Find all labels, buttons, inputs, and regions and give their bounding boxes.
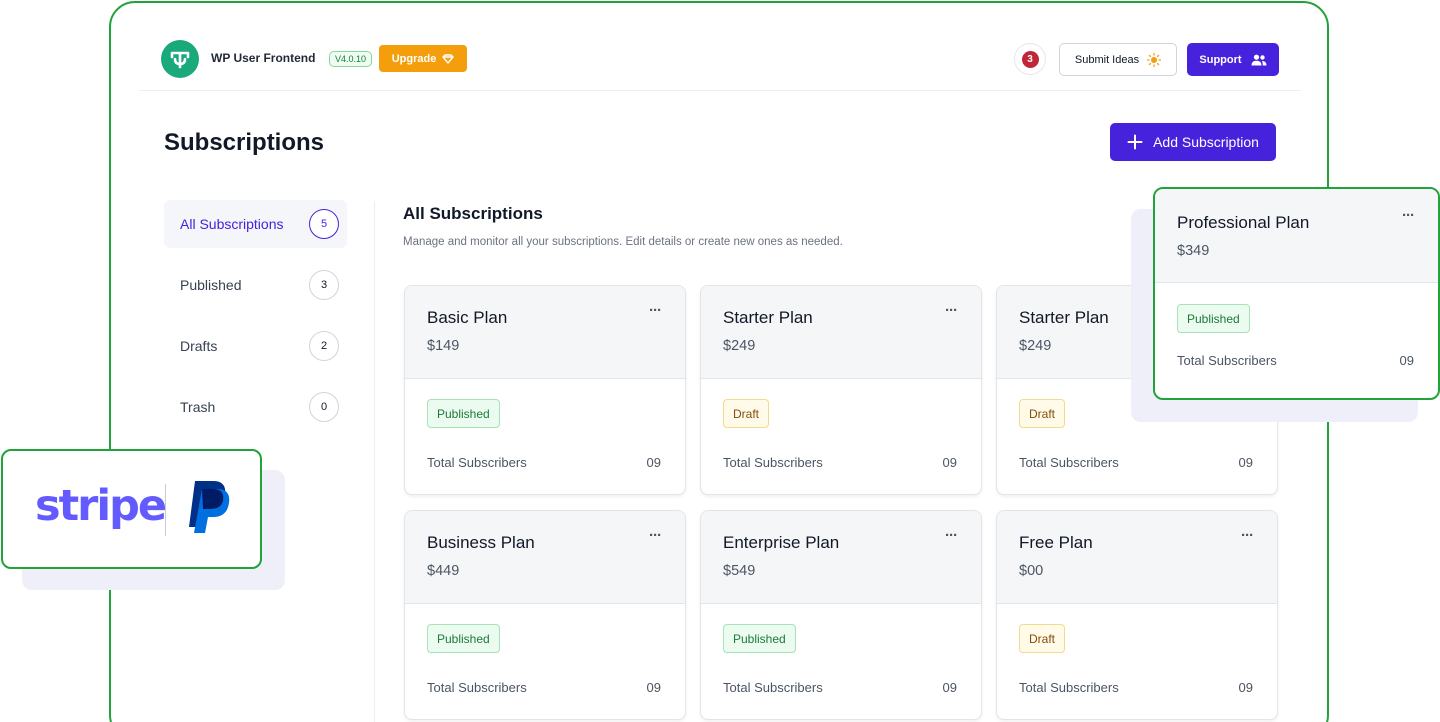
header-divider [139, 90, 1301, 91]
subscribers-count: 09 [646, 680, 661, 695]
more-options-icon[interactable]: ··· [649, 302, 662, 319]
plan-card-body: Draft Total Subscribers 09 [701, 379, 981, 494]
plan-price: $149 [427, 338, 460, 354]
plan-price: $549 [723, 563, 756, 579]
subscribers-count: 09 [1399, 353, 1414, 368]
plan-card-body: Draft Total Subscribers 09 [997, 604, 1277, 719]
subscribers-label: Total Subscribers [427, 680, 527, 695]
subscribers-count: 09 [942, 455, 957, 470]
app-name: WP User Frontend [211, 51, 316, 65]
version-badge: V4.0.10 [329, 51, 373, 67]
upgrade-button[interactable]: Upgrade [379, 45, 467, 72]
app-logo-icon[interactable] [161, 40, 199, 78]
featured-plan-card[interactable]: Professional Plan $349 ··· Published Tot… [1153, 187, 1440, 400]
plan-card-header: Business Plan $449 ··· [405, 511, 685, 604]
plan-name: Business Plan [427, 533, 535, 552]
plan-name: Free Plan [1019, 533, 1093, 552]
plan-card-starter[interactable]: Starter Plan $249 ··· Draft Total Subscr… [700, 285, 982, 495]
plan-name: Basic Plan [427, 308, 508, 327]
plan-card-body: Published Total Subscribers 09 [701, 604, 981, 719]
more-options-icon[interactable]: ··· [649, 527, 662, 544]
status-badge: Draft [1019, 399, 1066, 428]
filter-trash[interactable]: Trash 0 [164, 383, 347, 431]
add-subscription-label: Add Subscription [1153, 134, 1259, 150]
support-label: Support [1199, 53, 1242, 66]
notification-count: 3 [1021, 50, 1039, 68]
add-subscription-button[interactable]: Add Subscription [1110, 123, 1276, 161]
status-badge: Published [723, 624, 796, 653]
wpuf-logo-icon [170, 51, 190, 69]
filter-label: All Subscriptions [180, 216, 284, 232]
subscribers-count: 09 [1238, 680, 1253, 695]
plan-card-header: Professional Plan $349 ··· [1155, 189, 1438, 283]
more-options-icon[interactable]: ··· [1241, 527, 1254, 544]
users-icon [1251, 54, 1267, 65]
subscribers-label: Total Subscribers [427, 455, 527, 470]
filter-count: 2 [309, 331, 339, 361]
diamond-icon [442, 53, 455, 64]
more-options-icon[interactable]: ··· [945, 302, 958, 319]
submit-ideas-button[interactable]: Submit Ideas [1059, 43, 1177, 76]
filter-count: 0 [309, 392, 339, 422]
filter-label: Published [180, 277, 242, 293]
plan-card-header: Basic Plan $149 ··· [405, 286, 685, 379]
sidebar-divider [374, 201, 375, 722]
plan-price: $00 [1019, 563, 1044, 579]
support-button[interactable]: Support [1187, 43, 1279, 76]
plan-price: $349 [1177, 243, 1210, 259]
notification-button[interactable]: 3 [1014, 43, 1046, 75]
filter-all-subscriptions[interactable]: All Subscriptions 5 [164, 200, 347, 248]
status-badge: Draft [1019, 624, 1066, 653]
subscribers-label: Total Subscribers [1177, 353, 1277, 368]
page-title: Subscriptions [164, 129, 325, 156]
subscribers-label: Total Subscribers [723, 680, 823, 695]
subscribers-count: 09 [942, 680, 957, 695]
plan-card-body: Published Total Subscribers 09 [1155, 283, 1438, 398]
plan-card-header: Free Plan $00 ··· [997, 511, 1277, 604]
plan-card-basic[interactable]: Basic Plan $149 ··· Published Total Subs… [404, 285, 686, 495]
upgrade-label: Upgrade [391, 52, 437, 65]
filter-drafts[interactable]: Drafts 2 [164, 322, 347, 370]
subscribers-label: Total Subscribers [1019, 680, 1119, 695]
filter-label: Drafts [180, 338, 218, 354]
plan-price: $249 [1019, 338, 1052, 354]
status-badge: Published [1177, 304, 1250, 333]
plan-price: $249 [723, 338, 756, 354]
filter-label: Trash [180, 399, 216, 415]
more-options-icon[interactable]: ··· [945, 527, 958, 544]
status-badge: Published [427, 399, 500, 428]
filter-count: 5 [309, 209, 339, 239]
filter-count: 3 [309, 270, 339, 300]
payment-divider [165, 484, 166, 536]
plan-name: Professional Plan [1177, 213, 1310, 232]
section-title: All Subscriptions [403, 204, 543, 223]
plan-card-enterprise[interactable]: Enterprise Plan $549 ··· Published Total… [700, 510, 982, 720]
more-options-icon[interactable]: ··· [1402, 207, 1415, 224]
plan-card-free[interactable]: Free Plan $00 ··· Draft Total Subscriber… [996, 510, 1278, 720]
plan-name: Enterprise Plan [723, 533, 840, 552]
plan-name: Starter Plan [723, 308, 813, 327]
stripe-logo: stripe [35, 481, 167, 531]
payment-methods-card: stripe [1, 449, 262, 569]
plan-price: $449 [427, 563, 460, 579]
plan-card-body: Published Total Subscribers 09 [405, 379, 685, 494]
submit-ideas-label: Submit Ideas [1074, 53, 1140, 66]
subscribers-count: 09 [646, 455, 661, 470]
plan-name: Starter Plan [1019, 308, 1109, 327]
status-badge: Draft [723, 399, 770, 428]
subscribers-label: Total Subscribers [1019, 455, 1119, 470]
status-badge: Published [427, 624, 500, 653]
plus-icon [1127, 134, 1143, 150]
plan-card-business[interactable]: Business Plan $449 ··· Published Total S… [404, 510, 686, 720]
paypal-icon [189, 481, 230, 533]
lightbulb-icon [1147, 52, 1162, 67]
subscribers-count: 09 [1238, 455, 1253, 470]
plan-card-body: Published Total Subscribers 09 [405, 604, 685, 719]
plan-card-header: Starter Plan $249 ··· [701, 286, 981, 379]
plan-card-header: Enterprise Plan $549 ··· [701, 511, 981, 604]
filter-published[interactable]: Published 3 [164, 261, 347, 309]
section-description: Manage and monitor all your subscription… [403, 236, 843, 248]
subscribers-label: Total Subscribers [723, 455, 823, 470]
